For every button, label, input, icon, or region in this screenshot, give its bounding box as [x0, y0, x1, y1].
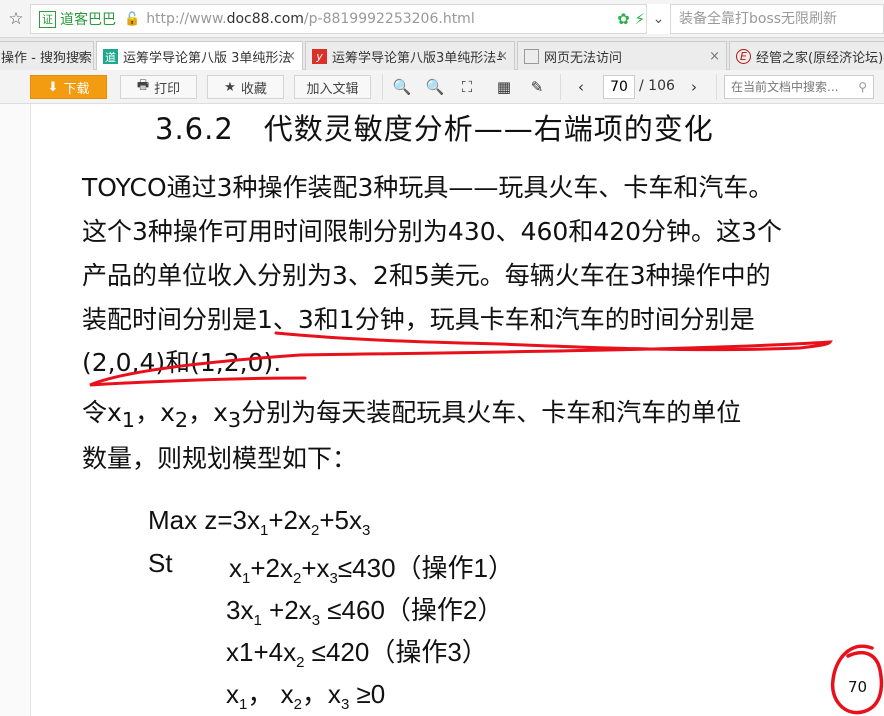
constraint-3: x1+4x2 ≤420（操作3） — [226, 632, 488, 671]
formula-text: x — [226, 679, 239, 709]
e-site-icon: E — [736, 48, 751, 64]
close-icon[interactable]: × — [497, 49, 508, 64]
page-icon — [524, 48, 539, 64]
tab-label: 运筹学导论第八版3单纯形法与 — [332, 50, 502, 66]
doc88-icon: 道 — [103, 49, 118, 64]
tab-strip: 操作 - 搜狗搜索 × 道运筹学导论第八版 3单纯形法与 × y 运筹学导论第八版3单… — [0, 38, 884, 71]
document-search-input[interactable]: 在当前文档中搜索... ⚲ — [724, 75, 874, 99]
formula-text: +2x — [268, 505, 311, 535]
print-label: 打印 — [154, 81, 181, 97]
section-title: 3.6.2 代数灵敏度分析——右端项的变化 — [155, 112, 714, 146]
download-icon: ⬇ — [47, 79, 59, 95]
constraint-1: x1+2x2+x3≤430（操作1） — [229, 548, 514, 587]
previous-page-icon[interactable]: ‹ — [571, 78, 591, 96]
download-button[interactable]: ⬇ 下载 — [30, 75, 107, 99]
download-label: 下载 — [63, 81, 90, 97]
subscript: 2 — [293, 696, 302, 713]
formula-text: ， x — [247, 679, 294, 709]
paragraph-line: 装配时间分别是1、3和1分钟，玩具卡车和汽车的时间分别是 — [82, 305, 755, 334]
formula-text: ，x — [188, 398, 228, 427]
objective-function: Max z=3x1+2x2+5x3 — [148, 505, 370, 539]
favorite-button[interactable]: ★ 收藏 — [207, 75, 284, 99]
grid-view-icon[interactable]: ▦ — [494, 78, 514, 96]
document-toolbar: ⬇ 下载 🖶 打印 ★ 收藏 加入文辑 🔍 🔍 ⛶ ▦ ✎ ‹ 70 / 106 › … — [0, 70, 884, 104]
close-icon[interactable]: × — [709, 49, 720, 64]
bookmark-star-icon[interactable]: ☆ — [0, 9, 32, 29]
close-icon[interactable]: × — [76, 49, 87, 64]
paragraph-line: 这个3种操作可用时间限制分别为430、460和420分钟。这3个 — [82, 217, 782, 246]
next-page-icon[interactable]: › — [684, 78, 704, 96]
tab-doc88-active[interactable]: 道运筹学导论第八版 3单纯形法与 × — [96, 41, 303, 71]
page-number: 70 — [848, 678, 868, 696]
fullscreen-icon[interactable]: ⛶ — [457, 78, 477, 96]
formula-text: +5x — [319, 505, 362, 535]
refresh-accelerate-icons[interactable]: ✿ ⚡ — [617, 10, 645, 28]
formula-text: x — [229, 553, 242, 583]
divider — [560, 74, 561, 100]
search-placeholder: 在当前文档中搜索... — [731, 80, 839, 94]
paragraph-line-variables: 令x1，x2，x3分别为每天装配玩具火车、卡车和汽车的单位 — [82, 393, 741, 432]
favorite-label: 收藏 — [240, 81, 267, 97]
tab-label: 运筹学导论第八版 3单纯形法与 — [123, 51, 291, 66]
edit-icon[interactable]: ✎ — [527, 78, 547, 96]
insecure-lock-icon: 🔓 — [124, 11, 141, 27]
address-bar-row: ☆ 证 道客巴巴 🔓 http://www.doc88.com/p-881999… — [0, 0, 884, 38]
formula-text: ≤460（操作2） — [320, 595, 504, 625]
formula-text: 令x — [82, 398, 122, 427]
tab-label: 经管之家(原经济论坛)-国 — [756, 50, 884, 66]
tab-doc-y[interactable]: y 运筹学导论第八版3单纯形法与 × — [305, 41, 515, 70]
formula-text: +2x — [261, 595, 312, 625]
st-label: St — [148, 548, 173, 578]
tab-sogou[interactable]: 操作 - 搜狗搜索 × — [0, 41, 94, 70]
site-name: 道客巴巴 — [60, 12, 116, 28]
subscript: 3 — [227, 408, 242, 432]
constraint-2: 3x1 +2x3 ≤460（操作2） — [226, 590, 503, 629]
printer-icon: 🖶 — [136, 78, 150, 93]
print-button[interactable]: 🖶 打印 — [120, 75, 197, 99]
close-icon[interactable]: × — [285, 49, 296, 64]
tab-label: 网页无法访问 — [544, 50, 623, 66]
nonnegativity-constraint: x1， x2，x3 ≥0 — [226, 674, 385, 713]
formula-text: ，x — [135, 398, 175, 427]
viewer-gutter — [0, 104, 30, 716]
subscript: 2 — [174, 408, 189, 432]
paragraph-line: 数量，则规划模型如下： — [82, 444, 358, 473]
browser-search-input[interactable]: 装备全靠打boss无限刷新 — [670, 4, 884, 34]
formula-text: x1+4x — [226, 637, 297, 667]
formula-text: +x — [301, 553, 330, 583]
paragraph-line: (2,0,4)和(1,2,0). — [82, 348, 282, 377]
tab-jingguan[interactable]: E 经管之家(原经济论坛)-国 — [729, 41, 884, 70]
formula-text: Max z=3x — [148, 505, 260, 535]
subscript: 1 — [121, 408, 136, 432]
add-to-collection-button[interactable]: 加入文辑 — [294, 75, 371, 99]
y-site-icon: y — [312, 48, 327, 64]
divider — [382, 74, 383, 100]
star-icon: ★ — [224, 79, 236, 95]
total-pages: / 106 — [639, 78, 675, 94]
formula-text: ≥0 — [349, 679, 386, 709]
divider — [716, 74, 717, 100]
paragraph-line: 产品的单位收入分别为3、2和5美元。每辆火车在3种操作中的 — [82, 261, 771, 290]
add-to-collection-label: 加入文辑 — [306, 81, 359, 97]
formula-text: +2x — [250, 553, 293, 583]
formula-text: 3x — [226, 595, 254, 625]
subscript: 3 — [311, 612, 321, 629]
page-number-input[interactable]: 70 — [603, 75, 635, 99]
zoom-out-icon[interactable]: 🔍 — [425, 78, 445, 96]
tab-error-page[interactable]: 网页无法访问 × — [517, 41, 727, 70]
subscript: 3 — [329, 570, 338, 587]
formula-text: ≤420（操作3） — [304, 637, 488, 667]
formula-text: ，x — [301, 679, 341, 709]
formula-text: 分别为每天装配玩具火车、卡车和汽车的单位 — [241, 398, 742, 427]
formula-text: ≤430（操作1） — [337, 553, 514, 583]
url-text: http://www.doc88.com/p-8819992253206.htm… — [146, 11, 475, 27]
subscript: 3 — [362, 522, 371, 539]
paragraph-line: TOYCO通过3种操作装配3种玩具——玩具火车、卡车和汽车。 — [82, 173, 774, 202]
url-dropdown-icon[interactable]: ⌄ — [646, 4, 670, 34]
zoom-in-icon[interactable]: 🔍 — [392, 78, 412, 96]
search-icon[interactable]: ⚲ — [858, 76, 867, 98]
subscript: 1 — [253, 612, 262, 629]
certificate-icon: 证 — [39, 10, 56, 28]
url-field[interactable]: 证 道客巴巴 🔓 http://www.doc88.com/p-88199922… — [30, 4, 670, 34]
